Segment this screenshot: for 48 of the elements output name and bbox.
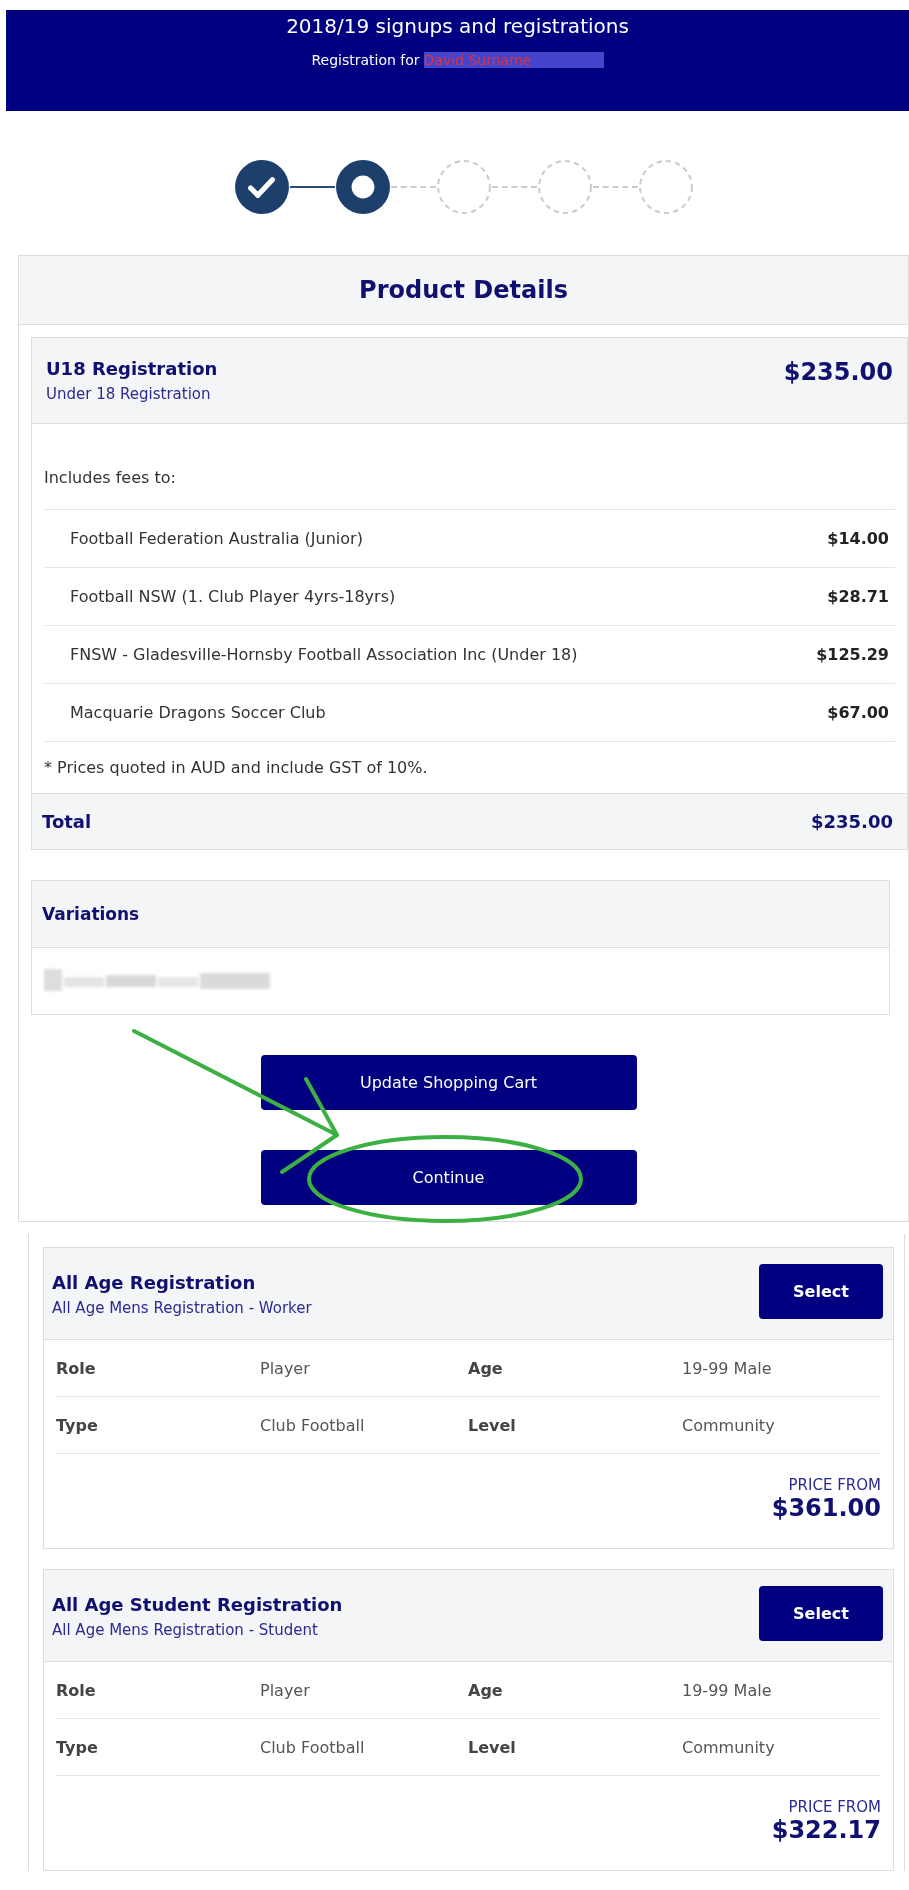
offer-name: All Age Student Registration [52,1594,343,1615]
price-from-label: PRICE FROM [787,1476,881,1494]
fee-label: Football NSW (1. Club Player 4yrs-18yrs) [70,587,396,606]
offer-description: All Age Mens Registration - Student [52,1621,319,1639]
detail-label: Type [56,1415,99,1435]
detail-value: Club Football [260,1737,366,1757]
detail-value: Player [260,1680,311,1700]
detail-value: 19-99 Male [682,1358,773,1378]
price-from-label: PRICE FROM [787,1798,881,1816]
product-name: U18 Registration [46,358,218,379]
continue-button[interactable]: Continue [260,1150,637,1205]
price-note: * Prices quoted in AUD and include GST of 10%. [44,757,429,777]
includes-label: Includes fees to: [44,468,895,510]
panel-title: Product Details [359,276,568,304]
detail-value: Community [682,1415,776,1435]
detail-value: Player [260,1358,311,1378]
offer-description: All Age Mens Registration - Worker [52,1299,312,1317]
detail-label: Role [56,1358,97,1378]
detail-label: Level [468,1737,517,1757]
detail-label: Type [56,1737,99,1757]
detail-label: Age [468,1358,504,1378]
offer-price: $322.17 [770,1816,881,1844]
detail-value: 19-99 Male [682,1680,773,1700]
detail-value: Community [682,1737,776,1757]
offer-name: All Age Registration [52,1272,257,1293]
product-price: $235.00 [783,358,893,388]
detail-label: Level [468,1415,517,1435]
fee-label: FNSW - Gladesville-Hornsby Football Association Inc (Under 18) [70,645,578,664]
variations-title: Variations [42,904,140,924]
total-label: Total [42,811,92,832]
page-title: 2018/19 signups and registrations [285,14,630,38]
detail-value: Club Football [260,1415,366,1435]
offer-price: $361.00 [770,1494,881,1522]
detail-label: Age [468,1680,504,1700]
update-cart-button[interactable]: Update Shopping Cart [260,1055,637,1110]
select-button[interactable]: Select [759,1264,883,1319]
fee-amount: $14.00 [827,529,889,548]
total-amount: $235.00 [811,811,893,832]
fee-label: Football Federation Australia (Junior) [70,529,363,548]
registrant-name: David Surname [423,52,604,68]
fee-label: Macquarie Dragons Soccer Club [70,703,326,722]
registration-label: Registration for [311,52,420,68]
fee-amount: $67.00 [827,703,889,722]
fee-amount: $28.71 [827,587,889,606]
detail-label: Role [56,1680,97,1700]
fee-amount: $125.29 [816,645,889,664]
product-description: Under 18 Registration [46,385,212,403]
select-button[interactable]: Select [759,1586,883,1641]
